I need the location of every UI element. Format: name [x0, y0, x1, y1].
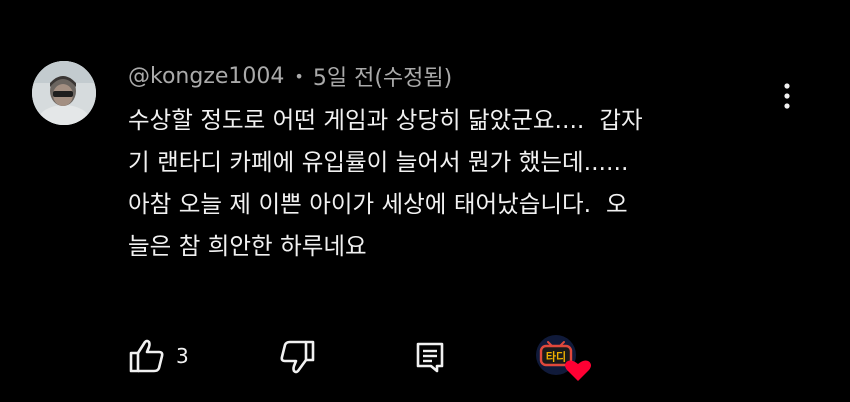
- dislike-button[interactable]: [276, 334, 316, 378]
- channel-badge-text: 타디: [546, 350, 566, 364]
- comment-line: 늘은 참 희안한 하루네요: [128, 232, 367, 260]
- reply-button[interactable]: [413, 334, 447, 378]
- more-options-button[interactable]: [781, 80, 793, 112]
- creator-heart-badge: 타디: [534, 334, 594, 384]
- like-count: 3: [176, 344, 189, 368]
- like-button[interactable]: 3: [128, 334, 189, 378]
- separator-dot: •: [294, 66, 304, 86]
- comment-line: 아참 오늘 제 이쁜 아이가 세상에 태어났습니다. 오: [128, 190, 628, 218]
- comment-actions: 3: [0, 334, 850, 378]
- author-name[interactable]: @kongze1004: [128, 64, 284, 89]
- comment-line: 기 랜타디 카페에 유입률이 늘어서 뭔가 했는데......: [128, 148, 629, 176]
- comment-header: @kongze1004 • 5일 전(수정됨): [128, 60, 452, 92]
- comment-line: 수상할 정도로 어떤 게임과 상당히 닮았군요.... 갑자: [128, 106, 643, 134]
- creator-heart-icon: 타디: [536, 335, 591, 381]
- thumbs-up-icon: [129, 339, 164, 373]
- reply-comment-icon: [416, 342, 444, 373]
- avatar-image: [32, 61, 96, 125]
- comment-timestamp[interactable]: 5일 전(수정됨): [313, 60, 452, 92]
- thumbs-down-icon: [280, 340, 315, 374]
- more-vertical-icon: [784, 83, 790, 109]
- avatar[interactable]: [32, 61, 96, 125]
- comment-text: 수상할 정도로 어떤 게임과 상당히 닮았군요.... 갑자기 랜타디 카페에 …: [128, 99, 788, 267]
